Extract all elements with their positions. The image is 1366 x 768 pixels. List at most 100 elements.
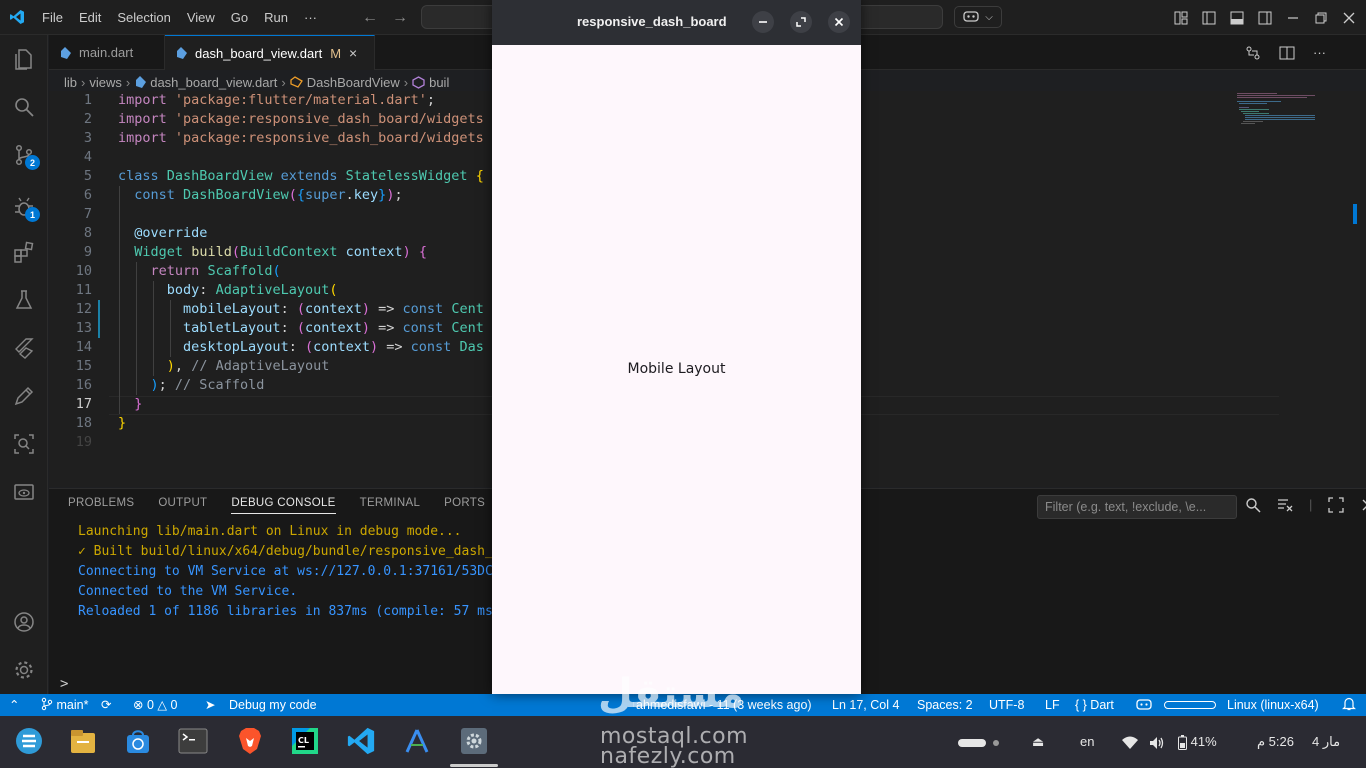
tab-ports[interactable]: PORTS xyxy=(444,497,485,514)
menu-file[interactable]: File xyxy=(34,0,71,35)
menu-selection[interactable]: Selection xyxy=(109,0,178,35)
toggle-panel-icon[interactable] xyxy=(1230,11,1244,25)
code-text: } xyxy=(118,415,127,431)
system-taskbar: CL ⏏ en 41% 5:26 م مار 4 xyxy=(0,716,1366,768)
breadcrumb-item[interactable]: views xyxy=(89,75,122,90)
toggle-primary-sidebar-icon[interactable] xyxy=(1202,11,1216,25)
files-app-icon[interactable] xyxy=(66,724,100,758)
account-icon[interactable] xyxy=(12,610,36,634)
indentation[interactable]: Spaces: 2 xyxy=(917,694,973,716)
sync-icon[interactable]: ⟳ xyxy=(101,694,111,716)
navigation-arrows: ← → xyxy=(362,0,408,35)
eject-icon[interactable]: ⏏ xyxy=(1032,716,1044,768)
volume-icon[interactable] xyxy=(1149,716,1165,768)
clion-app-icon[interactable]: CL xyxy=(288,724,322,758)
breadcrumb-item[interactable]: buil xyxy=(429,75,449,90)
close-button[interactable] xyxy=(828,11,850,33)
breadcrumb-item[interactable]: dash_board_view.dart xyxy=(150,75,277,90)
console-filter-input[interactable]: Filter (e.g. text, !exclude, \e... xyxy=(1037,495,1237,519)
breadcrumb-item[interactable]: DashBoardView xyxy=(307,75,400,90)
close-tab-icon[interactable]: × xyxy=(349,45,357,61)
tab-main-dart[interactable]: main.dart xyxy=(49,35,165,70)
line-number: 19 xyxy=(75,434,92,450)
run-debug-icon[interactable]: 1 xyxy=(12,195,40,222)
encoding[interactable]: UTF-8 xyxy=(989,694,1024,716)
minimize-button[interactable] xyxy=(752,11,774,33)
maximize-panel-icon[interactable] xyxy=(1328,497,1345,513)
android-studio-icon[interactable] xyxy=(400,724,434,758)
edit-pen-icon[interactable] xyxy=(12,384,36,408)
console-prompt[interactable]: > xyxy=(60,676,68,692)
source-control-icon[interactable]: 2 xyxy=(12,143,40,170)
search-icon[interactable] xyxy=(1245,497,1261,513)
device-selector[interactable]: Linux (linux-x64) xyxy=(1227,694,1319,716)
keyboard-language[interactable]: en xyxy=(1080,716,1094,768)
copilot-status-icon[interactable] xyxy=(1136,694,1152,716)
branch-indicator[interactable]: main* xyxy=(41,694,88,716)
compare-changes-icon[interactable] xyxy=(1245,45,1261,61)
end-of-line[interactable]: LF xyxy=(1045,694,1060,716)
toggle-secondary-sidebar-icon[interactable] xyxy=(1258,11,1272,25)
line-number: 17 xyxy=(75,396,92,412)
workspace-indicator[interactable] xyxy=(958,716,999,768)
debug-launch[interactable]: ➤ Debug my code xyxy=(205,694,317,716)
zorin-menu-icon[interactable] xyxy=(12,724,46,758)
vscode-app-icon[interactable] xyxy=(344,724,378,758)
close-panel-icon[interactable] xyxy=(1360,497,1366,513)
back-arrow-icon[interactable]: ← xyxy=(362,9,378,27)
tab-debug-console[interactable]: DEBUG CONSOLE xyxy=(231,497,336,514)
tab-problems[interactable]: PROBLEMS xyxy=(68,497,134,514)
software-store-icon[interactable] xyxy=(121,724,155,758)
wifi-icon[interactable] xyxy=(1122,716,1138,768)
customize-layout-icon[interactable] xyxy=(1174,11,1188,25)
menu-edit[interactable]: Edit xyxy=(71,0,109,35)
code-text: import 'package:responsive_dash_board/wi… xyxy=(118,130,484,146)
git-blame[interactable]: ahmedisfawi - 11 (3 weeks ago) xyxy=(636,694,812,716)
remote-indicator-icon[interactable]: ⌃ xyxy=(9,694,19,716)
run-debug-badge: 1 xyxy=(25,207,40,222)
explorer-icon[interactable] xyxy=(12,47,36,71)
extensions-icon[interactable] xyxy=(12,240,36,264)
menu-more[interactable]: ··· xyxy=(296,0,325,35)
notifications-bell-icon[interactable] xyxy=(1342,694,1356,716)
battery-indicator[interactable]: 41% xyxy=(1178,716,1217,768)
minimize-window-icon[interactable] xyxy=(1286,11,1300,25)
flutter-icon[interactable] xyxy=(12,336,36,360)
maximize-button[interactable] xyxy=(790,11,812,33)
clock-date[interactable]: مار 4 xyxy=(1312,716,1340,768)
forward-arrow-icon[interactable]: → xyxy=(392,9,408,27)
menu-view[interactable]: View xyxy=(179,0,223,35)
line-number: 11 xyxy=(75,282,92,298)
search-icon[interactable] xyxy=(12,95,36,119)
more-actions-icon[interactable]: ··· xyxy=(1313,45,1326,61)
tab-output[interactable]: OUTPUT xyxy=(158,497,207,514)
menu-run[interactable]: Run xyxy=(256,0,296,35)
layout-label: Mobile Layout xyxy=(627,360,726,377)
flutter-app-window-icon[interactable] xyxy=(457,724,491,758)
close-window-icon[interactable] xyxy=(1342,11,1356,25)
testing-icon[interactable] xyxy=(12,288,36,312)
cursor-position[interactable]: Ln 17, Col 4 xyxy=(832,694,899,716)
separator: | xyxy=(1309,497,1313,512)
settings-gear-icon[interactable] xyxy=(12,658,36,682)
minimap[interactable] xyxy=(1233,91,1315,131)
terminal-app-icon[interactable] xyxy=(176,724,210,758)
language-mode[interactable]: { } Dart xyxy=(1075,694,1114,716)
menu-go[interactable]: Go xyxy=(223,0,256,35)
console-line: Launching lib/main.dart on Linux in debu… xyxy=(78,524,462,539)
clear-console-icon[interactable] xyxy=(1277,497,1293,513)
battery-icon xyxy=(1178,735,1187,751)
remote-explorer-icon[interactable] xyxy=(12,432,36,456)
problems-indicator[interactable]: ⊗ 0 △ 0 xyxy=(133,694,177,716)
brave-browser-icon[interactable] xyxy=(233,724,267,758)
clock-time[interactable]: 5:26 م xyxy=(1257,716,1294,768)
tab-dash-board-view[interactable]: dash_board_view.dart M × xyxy=(165,35,375,70)
preview-icon[interactable] xyxy=(12,480,36,504)
tab-terminal[interactable]: TERMINAL xyxy=(360,497,421,514)
restore-window-icon[interactable] xyxy=(1314,11,1328,25)
window-title-bar[interactable]: responsive_dash_board xyxy=(492,0,861,45)
copilot-button[interactable]: ⌵ xyxy=(954,6,1002,28)
split-editor-icon[interactable] xyxy=(1279,45,1295,61)
debug-config-label: Debug my code xyxy=(228,698,317,712)
breadcrumb-item[interactable]: lib xyxy=(64,75,77,90)
